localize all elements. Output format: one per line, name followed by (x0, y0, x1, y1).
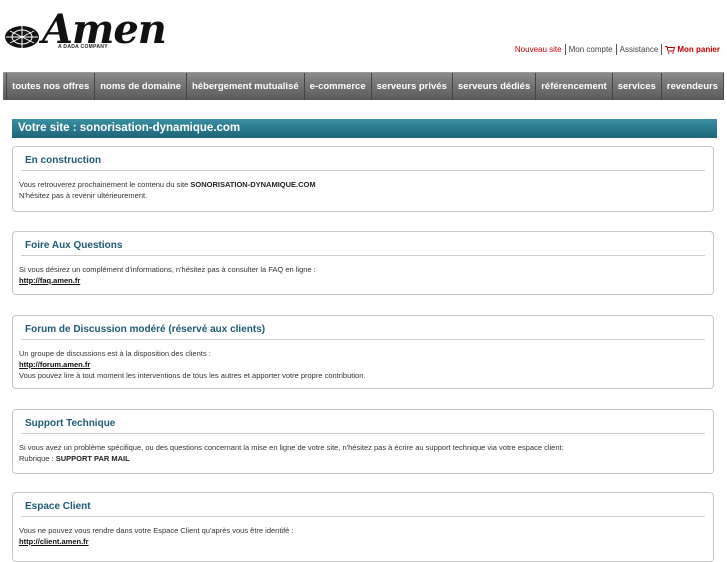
new-site-link[interactable]: Nouveau site (512, 45, 565, 54)
faq-link[interactable]: http://faq.amen.fr (19, 276, 80, 285)
faq-body: Si vous désirez un complément d'informat… (13, 256, 713, 292)
support-title: Support Technique (25, 418, 116, 429)
help-link[interactable]: Assistance (617, 45, 662, 54)
account-link[interactable]: Mon compte (566, 45, 616, 54)
construction-panel: En construction Vous retrouverez prochai… (12, 146, 714, 212)
nav-item-shared-hosting[interactable]: hébergement mutualisé (187, 73, 305, 100)
client-title: Espace Client (25, 501, 91, 512)
construction-text: Vous retrouverez prochainement le conten… (19, 180, 191, 189)
nav-item-dedicated-servers[interactable]: serveurs dédiés (453, 73, 537, 100)
faq-panel: Foire Aux Questions Si vous désirez un c… (12, 231, 714, 295)
main-nav: toutes nos offres noms de domaine héberg… (3, 72, 724, 100)
nav-item-services[interactable]: services (613, 73, 662, 100)
client-panel: Espace Client Vous ne pouvez vous rendre… (12, 492, 714, 562)
nav-item-domains[interactable]: noms de domaine (95, 73, 187, 100)
site-title-bar: Votre site : sonorisation-dynamique.com (12, 119, 717, 138)
nav-item-offers[interactable]: toutes nos offres (7, 73, 96, 100)
client-text: Vous ne pouvez vous rendre dans votre Es… (19, 526, 294, 535)
logo-subtitle: A DADA COMPANY (58, 44, 108, 50)
header: Amen A DADA COMPANY Nouveau site Mon com… (0, 0, 727, 70)
nav-item-resellers[interactable]: revendeurs (662, 73, 724, 100)
forum-body: Un groupe de discussions est à la dispos… (13, 340, 713, 387)
site-name: SONORISATION-DYNAMIQUE.COM (190, 180, 316, 189)
faq-title: Foire Aux Questions (25, 240, 123, 251)
support-text: Si vous avez un problème spécifique, ou … (19, 443, 564, 452)
support-rubric: SUPPORT PAR MAIL (55, 454, 130, 463)
cart-icon (665, 45, 676, 54)
cart-label: Mon panier (677, 45, 720, 54)
forum-text: Un groupe de discussions est à la dispos… (19, 349, 211, 358)
nav-item-private-servers[interactable]: serveurs privés (372, 73, 453, 100)
top-links: Nouveau site Mon compte Assistance Mon p… (512, 44, 723, 55)
nav-item-seo[interactable]: référencement (536, 73, 613, 100)
cart-link[interactable]: Mon panier (662, 45, 723, 54)
support-panel: Support Technique Si vous avez un problè… (12, 409, 714, 474)
faq-text: Si vous désirez un complément d'informat… (19, 265, 316, 274)
support-rubric-label: Rubrique : (19, 454, 56, 463)
construction-text-2: N'hésitez pas à revenir ultérieurement. (19, 191, 148, 200)
construction-title: En construction (25, 155, 102, 166)
client-body: Vous ne pouvez vous rendre dans votre Es… (13, 517, 713, 553)
forum-title: Forum de Discussion modéré (réservé aux … (25, 324, 266, 335)
nav-item-ecommerce[interactable]: e-commerce (305, 73, 372, 100)
construction-body: Vous retrouverez prochainement le conten… (13, 171, 713, 207)
forum-link[interactable]: http://forum.amen.fr (19, 360, 90, 369)
globe-logo-icon (5, 26, 39, 48)
forum-panel: Forum de Discussion modéré (réservé aux … (12, 315, 714, 389)
support-body: Si vous avez un problème spécifique, ou … (13, 434, 713, 470)
forum-text-2: Vous pouvez lire à tout moment les inter… (19, 371, 366, 380)
